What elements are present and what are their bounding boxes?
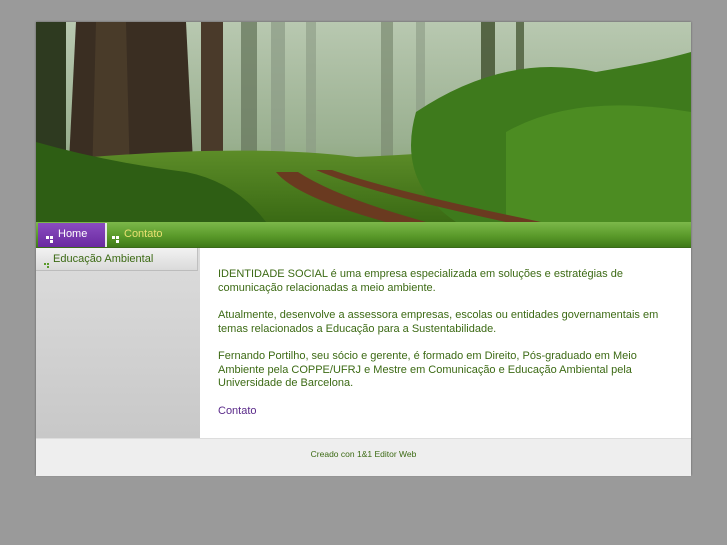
forest-banner-image bbox=[36, 22, 691, 222]
nav-item-contato-label: Contato bbox=[124, 228, 163, 240]
nav-item-contato[interactable]: Contato bbox=[104, 223, 171, 247]
sidebar-item-label: Educação Ambiental bbox=[53, 253, 154, 265]
content-paragraph: IDENTIDADE SOCIAL é uma empresa especial… bbox=[218, 268, 623, 294]
sidebar-item-educacao-ambiental[interactable]: Educação Ambiental bbox=[36, 248, 198, 271]
main-navigation: Home Contato bbox=[36, 222, 691, 248]
menu-bullet-icon bbox=[46, 229, 54, 244]
menu-bullet-icon bbox=[44, 255, 50, 269]
main-content: IDENTIDADE SOCIAL é uma empresa especial… bbox=[218, 268, 668, 418]
footer: Creado con 1&1 Editor Web bbox=[36, 438, 691, 476]
contato-link[interactable]: Contato bbox=[218, 405, 257, 417]
menu-bullet-icon bbox=[112, 229, 120, 244]
footer-credit-link[interactable]: Creado con 1&1 Editor Web bbox=[311, 449, 417, 459]
page-container: Home Contato Educação Ambiental IDENTIDA… bbox=[36, 22, 691, 476]
content-paragraph: Atualmente, desenvolve a assessora empre… bbox=[218, 309, 659, 335]
content-paragraph: Fernando Portilho, seu sócio e gerente, … bbox=[218, 350, 637, 389]
header-banner bbox=[36, 22, 691, 222]
nav-item-home-label: Home bbox=[58, 228, 88, 240]
sidebar: Educação Ambiental bbox=[36, 248, 200, 438]
nav-item-home[interactable]: Home bbox=[38, 223, 107, 247]
